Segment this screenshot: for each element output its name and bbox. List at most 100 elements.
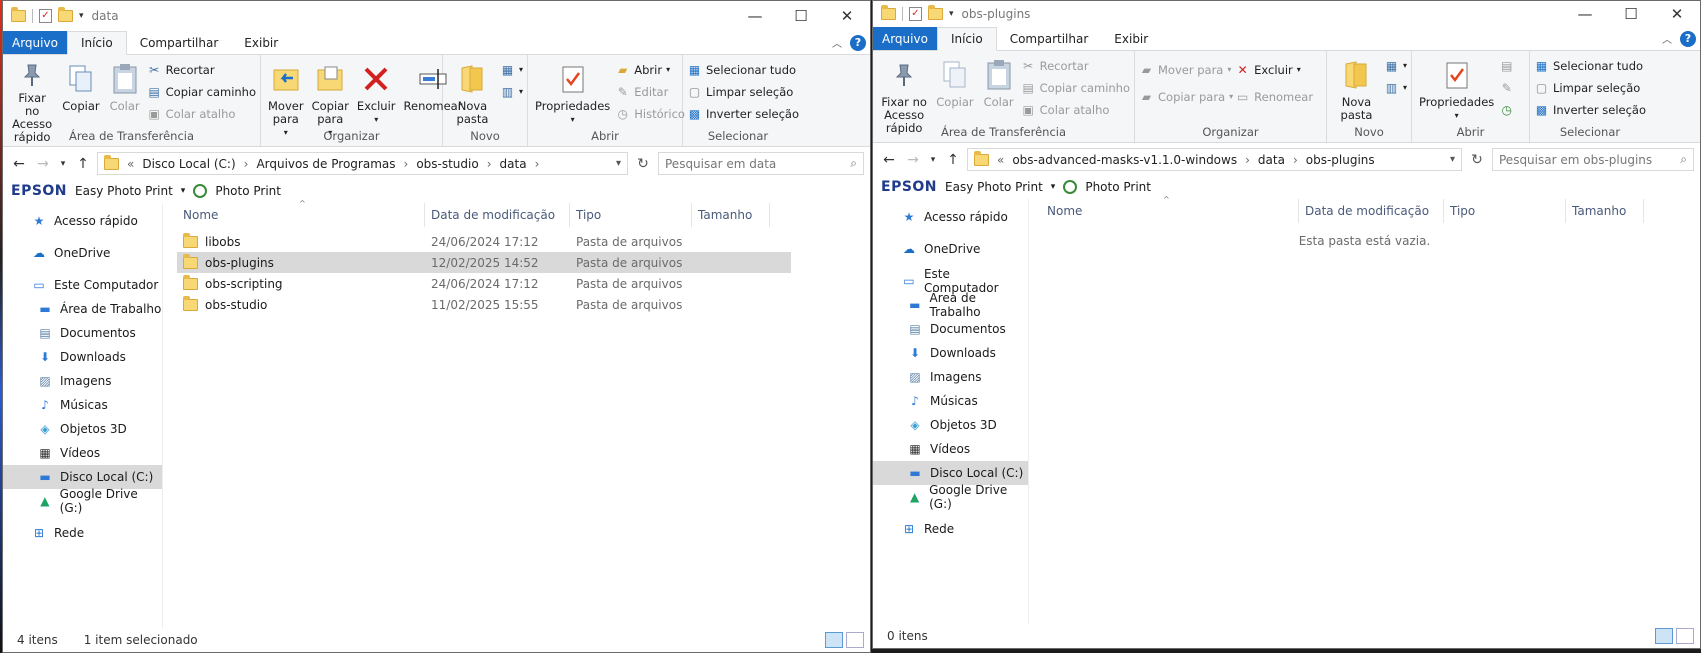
select-none-button[interactable]: ▢ Limpar seleção	[687, 83, 799, 100]
refresh-icon[interactable]: ↻	[632, 156, 654, 172]
rename-button[interactable]: ▭ Renomear	[1235, 88, 1313, 105]
column-name[interactable]: Nome	[163, 203, 425, 227]
new-item-button[interactable]: ▦ ▾	[500, 61, 523, 78]
nav-music[interactable]: ♪ Músicas	[873, 389, 1028, 413]
new-folder-qat-icon[interactable]	[928, 5, 943, 20]
history-button[interactable]: ◷ Histórico	[615, 105, 685, 122]
tab-home[interactable]: Início	[936, 27, 997, 51]
nav-quick-access[interactable]: ★ Acesso rápido	[3, 209, 162, 233]
nav-desktop[interactable]: ▬ Área de Trabalho	[3, 297, 162, 321]
select-all-button[interactable]: ▦ Selecionar tudo	[687, 61, 799, 78]
properties-qat-icon[interactable]: ✓	[39, 9, 52, 23]
open-button[interactable]: ▰ Abrir ▾	[615, 61, 685, 78]
easy-photo-print-button[interactable]: Easy Photo Print	[75, 184, 173, 198]
nav-google-drive[interactable]: ▲ Google Drive (G:)	[873, 483, 1028, 511]
minimize-button[interactable]: —	[1562, 5, 1608, 23]
address-bar[interactable]: « obs-advanced-masks-v1.1.0-windows › da…	[967, 148, 1462, 171]
large-icons-view-icon[interactable]	[846, 632, 864, 648]
open-button[interactable]: ▤	[1499, 57, 1514, 74]
column-date[interactable]: Data de modificação	[1299, 199, 1444, 223]
column-type[interactable]: Tipo	[570, 203, 692, 227]
cut-button[interactable]: ✂ Recortar	[147, 61, 256, 78]
nav-pictures[interactable]: ▨ Imagens	[3, 369, 162, 393]
nav-3d-objects[interactable]: ◈ Objetos 3D	[3, 417, 162, 441]
new-item-button[interactable]: ▦ ▾	[1384, 57, 1407, 74]
recent-locations-icon[interactable]: ▾	[57, 159, 69, 169]
recent-locations-icon[interactable]: ▾	[927, 155, 939, 165]
paste-shortcut-button[interactable]: ▣ Colar atalho	[147, 105, 256, 122]
minimize-button[interactable]: —	[732, 7, 778, 25]
select-none-button[interactable]: ▢ Limpar seleção	[1534, 79, 1646, 96]
nav-local-disk[interactable]: ▬ Disco Local (C:)	[3, 465, 162, 489]
forward-arrow-icon[interactable]: →	[33, 156, 53, 172]
move-to-button[interactable]: ▰ Mover para ▾	[1139, 61, 1233, 78]
nav-this-pc[interactable]: ▭ Este Computador	[3, 273, 162, 297]
column-size[interactable]: Tamanho	[1566, 199, 1644, 223]
paste-shortcut-button[interactable]: ▣ Colar atalho	[1021, 101, 1130, 118]
select-all-button[interactable]: ▦ Selecionar tudo	[1534, 57, 1646, 74]
nav-documents[interactable]: ▤ Documentos	[3, 321, 162, 345]
nav-this-pc[interactable]: ▭ Este Computador	[873, 267, 1028, 295]
large-icons-view-icon[interactable]	[1676, 628, 1694, 644]
nav-videos[interactable]: ▦ Vídeos	[873, 437, 1028, 461]
column-type[interactable]: Tipo	[1444, 199, 1566, 223]
nav-pictures[interactable]: ▨ Imagens	[873, 365, 1028, 389]
nav-onedrive[interactable]: ☁ OneDrive	[873, 237, 1028, 261]
cut-button[interactable]: ✂ Recortar	[1021, 57, 1130, 74]
nav-local-disk[interactable]: ▬ Disco Local (C:)	[873, 461, 1028, 485]
invert-selection-button[interactable]: ▩ Inverter seleção	[1534, 101, 1646, 118]
easy-access-button[interactable]: ▥ ▾	[1384, 79, 1407, 96]
details-view-icon[interactable]	[1655, 628, 1673, 644]
details-view-icon[interactable]	[825, 632, 843, 648]
column-size[interactable]: Tamanho	[692, 203, 770, 227]
help-icon[interactable]: ?	[1680, 30, 1696, 47]
breadcrumb-item[interactable]: data	[500, 157, 527, 171]
breadcrumb-item[interactable]: obs-plugins	[1306, 153, 1375, 167]
file-row[interactable]: obs-scripting 24/06/2024 17:12 Pasta de …	[177, 273, 791, 294]
breadcrumb-item[interactable]: Arquivos de Programas	[256, 157, 395, 171]
nav-music[interactable]: ♪ Músicas	[3, 393, 162, 417]
file-row[interactable]: obs-plugins 12/02/2025 14:52 Pasta de ar…	[177, 252, 791, 273]
address-bar[interactable]: « Disco Local (C:) › Arquivos de Program…	[97, 152, 628, 175]
close-button[interactable]: ✕	[824, 7, 870, 25]
nav-downloads[interactable]: ⬇ Downloads	[873, 341, 1028, 365]
nav-onedrive[interactable]: ☁ OneDrive	[3, 241, 162, 265]
refresh-icon[interactable]: ↻	[1466, 152, 1488, 168]
help-icon[interactable]: ?	[850, 34, 866, 51]
tab-share[interactable]: Compartilhar	[997, 27, 1102, 50]
tab-share[interactable]: Compartilhar	[127, 31, 232, 54]
up-arrow-icon[interactable]: ↑	[73, 156, 93, 172]
address-dropdown-icon[interactable]: ▾	[1450, 154, 1455, 165]
collapse-ribbon-icon[interactable]: ︿	[832, 35, 842, 50]
maximize-button[interactable]: ☐	[778, 7, 824, 25]
copy-path-button[interactable]: ▤ Copiar caminho	[147, 83, 256, 100]
easy-photo-print-button[interactable]: Easy Photo Print	[945, 180, 1043, 194]
easy-photo-print-dropdown-icon[interactable]: ▾	[181, 186, 186, 196]
up-arrow-icon[interactable]: ↑	[943, 152, 963, 168]
properties-qat-icon[interactable]: ✓	[909, 7, 922, 21]
tab-view[interactable]: Exibir	[1101, 27, 1161, 50]
breadcrumb-item[interactable]: Disco Local (C:)	[142, 157, 235, 171]
nav-3d-objects[interactable]: ◈ Objetos 3D	[873, 413, 1028, 437]
breadcrumb-item[interactable]: obs-advanced-masks-v1.1.0-windows	[1012, 153, 1237, 167]
invert-selection-button[interactable]: ▩ Inverter seleção	[687, 105, 799, 122]
nav-documents[interactable]: ▤ Documentos	[873, 317, 1028, 341]
copy-to-button[interactable]: ▰ Copiar para ▾	[1139, 88, 1233, 105]
breadcrumb-item[interactable]: data	[1258, 153, 1285, 167]
file-row[interactable]: obs-studio 11/02/2025 15:55 Pasta de arq…	[177, 294, 791, 315]
breadcrumb-item[interactable]: obs-studio	[416, 157, 478, 171]
forward-arrow-icon[interactable]: →	[903, 152, 923, 168]
history-button[interactable]: ◷	[1499, 101, 1514, 118]
copy-path-button[interactable]: ▤ Copiar caminho	[1021, 79, 1130, 96]
search-box[interactable]: Pesquisar em data ⌕	[658, 152, 864, 175]
edit-button[interactable]: ✎ Editar	[615, 83, 685, 100]
qat-dropdown-icon[interactable]: ▾	[949, 9, 954, 19]
search-box[interactable]: Pesquisar em obs-plugins ⌕	[1492, 148, 1694, 171]
tab-home[interactable]: Início	[66, 31, 127, 55]
tab-view[interactable]: Exibir	[231, 31, 291, 54]
nav-google-drive[interactable]: ▲ Google Drive (G:)	[3, 487, 162, 515]
nav-quick-access[interactable]: ★ Acesso rápido	[873, 205, 1028, 229]
photo-print-button[interactable]: Photo Print	[215, 184, 281, 198]
column-date[interactable]: Data de modificação	[425, 203, 570, 227]
easy-access-button[interactable]: ▥ ▾	[500, 83, 523, 100]
